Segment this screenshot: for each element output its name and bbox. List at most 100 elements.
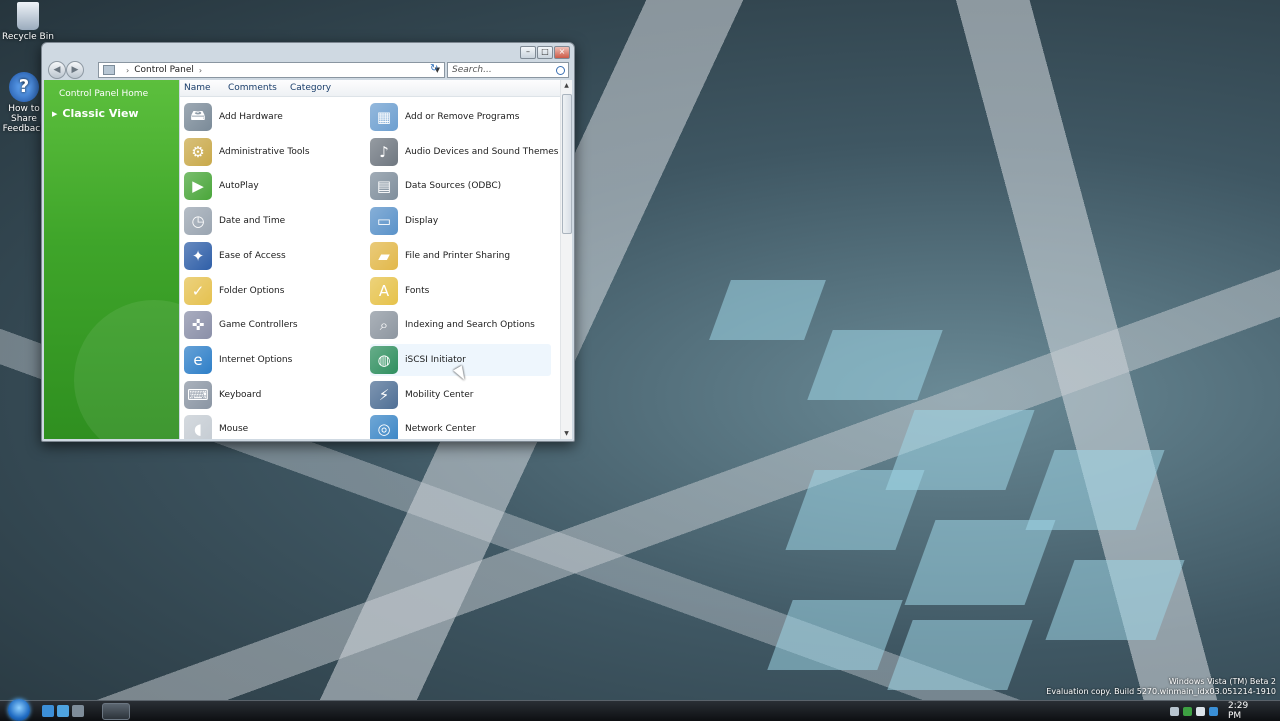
data-sources-icon: ▤: [370, 172, 398, 201]
vertical-scrollbar[interactable]: ▲ ▼: [560, 80, 572, 439]
search-input[interactable]: Search...: [447, 62, 569, 78]
control-panel-item-label: Add Hardware: [219, 112, 283, 122]
control-panel-item-label: Mobility Center: [405, 389, 474, 400]
control-panel-item-label: Add or Remove Programs: [405, 112, 520, 122]
control-panel-item[interactable]: ⚡ Mobility Center: [370, 379, 474, 411]
keyboard-icon: ⌨: [184, 380, 212, 409]
search-placeholder: Search...: [452, 65, 492, 75]
folder-share-icon: ▰: [370, 241, 398, 270]
breadcrumb-separator-icon: ›: [126, 65, 130, 75]
internet-explorer-icon[interactable]: [42, 705, 54, 717]
control-panel-item[interactable]: ⚙ Administrative Tools: [184, 136, 310, 168]
background-light-panel: [904, 520, 1056, 605]
breadcrumb-control-panel[interactable]: Control Panel: [134, 65, 194, 75]
scroll-up-arrow-icon[interactable]: ▲: [561, 82, 572, 89]
internet-options-icon: e: [184, 345, 212, 374]
security-tray-icon[interactable]: [1183, 706, 1192, 716]
network-tray-icon[interactable]: [1170, 706, 1179, 716]
close-button[interactable]: ×: [554, 46, 570, 59]
control-panel-item-label: Internet Options: [219, 354, 293, 365]
globe-icon: ◍: [370, 345, 398, 374]
items-view[interactable]: Name Comments Category 🖴 Add Hardware ▦ Add…: [180, 80, 561, 439]
scroll-down-arrow-icon[interactable]: ▼: [561, 430, 572, 437]
control-panel-item-label: Display: [405, 216, 439, 227]
background-light-panel: [1025, 450, 1165, 530]
desktop-icon-recycle-bin[interactable]: Recycle Bin: [0, 2, 56, 42]
background-light-panel: [1045, 560, 1185, 640]
update-tray-icon[interactable]: [1209, 706, 1218, 716]
control-panel-item[interactable]: ▦ Add or Remove Programs: [370, 101, 519, 133]
control-panel-item[interactable]: ▤ Data Sources (ODBC): [370, 170, 501, 202]
folder-options-icon: ✓: [184, 276, 212, 305]
minimize-button[interactable]: –: [520, 46, 536, 59]
search-icon[interactable]: [556, 65, 565, 75]
build-watermark: Windows Vista (TM) Beta 2 Evaluation cop…: [1046, 677, 1276, 697]
address-bar[interactable]: › Control Panel › ▼: [98, 62, 445, 78]
administrative-tools-icon: ⚙: [184, 137, 212, 166]
background-light-panel: [887, 620, 1033, 690]
control-panel-item-label: Data Sources (ODBC): [405, 181, 502, 192]
forward-button[interactable]: ▶: [66, 61, 84, 79]
column-header-category[interactable]: Category: [290, 83, 331, 93]
control-panel-item[interactable]: 🖴 Add Hardware: [184, 101, 283, 133]
windows-explorer-icon[interactable]: [57, 705, 69, 717]
column-header-comments[interactable]: Comments: [228, 83, 277, 93]
control-panel-item[interactable]: ◖ Mouse: [184, 413, 248, 439]
gamepad-icon: ✜: [184, 311, 212, 340]
control-panel-item-label: Audio Devices and Sound Themes: [405, 146, 559, 157]
control-panel-home-link[interactable]: Control Panel Home: [59, 89, 148, 99]
control-panel-item[interactable]: ✓ Folder Options: [184, 275, 284, 307]
control-panel-item[interactable]: ✜ Game Controllers: [184, 309, 298, 341]
ease-of-access-icon: ✦: [184, 241, 212, 270]
help-icon: ?: [9, 72, 39, 102]
control-panel-item-label: Indexing and Search Options: [405, 320, 535, 331]
control-panel-item[interactable]: ◷ Date and Time: [184, 205, 285, 237]
control-panel-item-label: Ease of Access: [219, 250, 286, 261]
column-header-name[interactable]: Name: [184, 83, 211, 93]
network-center-icon: ◎: [370, 415, 398, 439]
display-icon: ▭: [370, 207, 398, 236]
control-panel-item[interactable]: ⌕ Indexing and Search Options: [370, 309, 535, 341]
maximize-button[interactable]: □: [537, 46, 553, 59]
back-button[interactable]: ◀: [48, 61, 66, 79]
background-light-panel: [785, 470, 925, 550]
indexing-icon: ⌕: [370, 311, 398, 340]
control-panel-item[interactable]: A Fonts: [370, 275, 429, 307]
fonts-folder-icon: A: [370, 276, 398, 305]
control-panel-item[interactable]: ▰ File and Printer Sharing: [370, 240, 510, 272]
control-panel-item[interactable]: ✦ Ease of Access: [184, 240, 286, 272]
classic-view-link[interactable]: Classic View: [52, 107, 138, 120]
control-panel-item[interactable]: ♪ Audio Devices and Sound Themes: [370, 136, 559, 168]
autoplay-icon: ▶: [184, 172, 212, 201]
control-panel-item[interactable]: ▶ AutoPlay: [184, 170, 259, 202]
refresh-icon[interactable]: ↻: [430, 63, 438, 74]
control-panel-window[interactable]: – □ × ◀ ▶ › Control Panel › ▼ ↻ Search..…: [41, 42, 575, 442]
control-panel-item-label: Mouse: [219, 424, 249, 435]
control-panel-item-label: Date and Time: [219, 216, 286, 227]
watermark-line: Evaluation copy. Build 5270.winmain_idx0…: [1046, 687, 1276, 696]
clock-icon: ◷: [184, 207, 212, 236]
control-panel-item-label: Keyboard: [219, 389, 262, 400]
taskbar-button-control-panel[interactable]: [102, 703, 130, 720]
speaker-icon: ♪: [370, 137, 398, 166]
control-panel-item[interactable]: e Internet Options: [184, 344, 292, 376]
control-panel-item-label: Network Center: [405, 424, 476, 435]
control-panel-item[interactable]: ⌨ Keyboard: [184, 379, 261, 411]
control-panel-item[interactable]: ◎ Network Center: [370, 413, 476, 439]
show-desktop-icon[interactable]: [72, 705, 84, 717]
clock[interactable]: 2:29 PM: [1228, 701, 1260, 721]
desktop-icon-label: Recycle Bin: [2, 32, 54, 42]
task-pane: Control Panel Home Classic View: [44, 80, 179, 439]
volume-tray-icon[interactable]: [1196, 706, 1205, 716]
control-panel-item-label: Game Controllers: [219, 320, 298, 331]
scrollbar-thumb[interactable]: [562, 94, 572, 234]
control-panel-item-label: Fonts: [405, 285, 430, 296]
column-headers: Name Comments Category: [180, 80, 561, 97]
background-light-panel: [767, 600, 903, 670]
windows-start-icon[interactable]: [8, 699, 30, 721]
taskbar: 2:29 PM: [0, 699, 1280, 721]
windows-flag-watermark: [74, 300, 179, 439]
breadcrumb-separator-icon[interactable]: ›: [199, 66, 202, 75]
control-panel-item-label: iSCSI Initiator: [405, 354, 466, 365]
control-panel-item[interactable]: ▭ Display: [370, 205, 438, 237]
